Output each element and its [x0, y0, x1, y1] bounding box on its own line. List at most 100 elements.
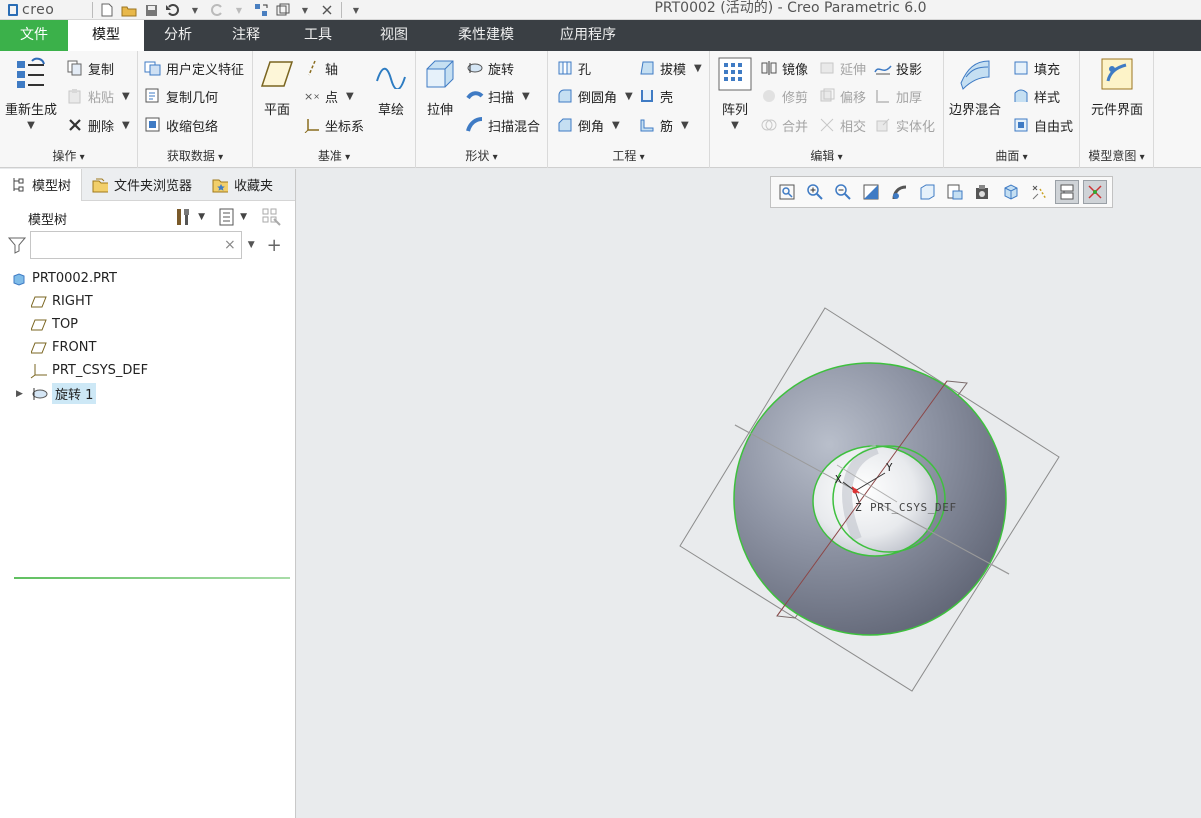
tree-item-front[interactable]: FRONT: [0, 336, 295, 359]
tab-model-tree[interactable]: 模型树: [0, 168, 83, 201]
search-dropdown-icon[interactable]: ▼: [248, 240, 255, 250]
graphics-viewport[interactable]: X Y Z PRT_CSYS_DEF: [297, 169, 1201, 818]
regenerate-dropdown-icon[interactable]: ▼: [27, 120, 35, 131]
thicken-button[interactable]: 加厚: [874, 86, 922, 106]
tab-folder-browser[interactable]: 文件夹浏览器: [82, 169, 202, 201]
round-button[interactable]: 倒圆角 ▼: [556, 86, 633, 106]
tree-item-part[interactable]: PRT0002.PRT: [0, 267, 295, 290]
group-label-get-data[interactable]: 获取数据: [138, 147, 252, 164]
tree-settings-button[interactable]: ▼: [175, 207, 205, 227]
project-button[interactable]: 投影: [874, 58, 922, 78]
model-scene[interactable]: X Y Z PRT_CSYS_DEF: [297, 169, 1201, 818]
tree-item-csys[interactable]: PRT_CSYS_DEF: [0, 359, 295, 382]
pattern-button[interactable]: 阵列 ▼: [707, 57, 763, 131]
mirror-button[interactable]: 镜像: [760, 58, 808, 78]
offset-button[interactable]: 偏移: [818, 86, 866, 106]
axis-button[interactable]: 轴: [303, 58, 338, 78]
draft-dropdown-icon[interactable]: ▼: [694, 63, 702, 74]
tab-file[interactable]: 文件: [0, 20, 68, 51]
sweep-button[interactable]: 扫描 ▼: [466, 86, 530, 106]
tab-flexible-modeling[interactable]: 柔性建模: [432, 20, 540, 51]
expand-arrow-icon[interactable]: ▶: [16, 389, 23, 399]
paste-button[interactable]: 粘贴 ▼: [66, 86, 130, 106]
regenerate-button[interactable]: 重新生成 ▼: [3, 57, 59, 131]
tree-settings-dropdown-icon[interactable]: ▼: [198, 212, 205, 222]
shell-label: 壳: [660, 90, 674, 106]
hole-button[interactable]: 孔: [556, 58, 591, 78]
undo-icon[interactable]: [165, 3, 181, 18]
tab-model[interactable]: 模型: [68, 20, 144, 51]
sweep-dropdown-icon[interactable]: ▼: [522, 91, 530, 102]
delete-dropdown-icon[interactable]: ▼: [122, 120, 130, 131]
customize-toolbar-icon[interactable]: ▼: [348, 3, 364, 18]
delete-button[interactable]: 删除 ▼: [66, 115, 130, 135]
sketch-icon: [374, 57, 408, 91]
tree-filter-button[interactable]: [261, 207, 283, 227]
shrinkwrap-button[interactable]: 收缩包络: [144, 115, 218, 135]
style-button[interactable]: 样式: [1012, 86, 1060, 106]
rib-button[interactable]: 筋 ▼: [638, 115, 689, 135]
fill-button[interactable]: 填充: [1012, 58, 1060, 78]
tree-show-button[interactable]: ▼: [219, 208, 247, 226]
group-label-model-intent[interactable]: 模型意图: [1080, 147, 1153, 164]
save-icon[interactable]: [143, 3, 159, 18]
rib-dropdown-icon[interactable]: ▼: [681, 120, 689, 131]
round-dropdown-icon[interactable]: ▼: [625, 91, 633, 102]
revolve-button[interactable]: 旋转: [466, 58, 514, 78]
group-label-editing[interactable]: 编辑: [710, 147, 943, 164]
group-label-shapes[interactable]: 形状: [416, 147, 547, 164]
group-label-surfaces[interactable]: 曲面: [944, 147, 1079, 164]
intersect-button[interactable]: 相交: [818, 115, 866, 135]
boundary-blend-button[interactable]: 边界混合: [947, 57, 1003, 118]
swept-blend-button[interactable]: 扫描混合: [466, 115, 540, 135]
tree-item-top[interactable]: TOP: [0, 313, 295, 336]
draft-button[interactable]: 拔模 ▼: [638, 58, 702, 78]
windows-dropdown-icon[interactable]: ▼: [297, 3, 313, 18]
chamfer-button[interactable]: 倒角 ▼: [556, 115, 620, 135]
freestyle-button[interactable]: 自由式: [1012, 115, 1073, 135]
undo-dropdown-icon[interactable]: ▼: [187, 3, 203, 18]
windows-icon[interactable]: [275, 3, 291, 18]
close-window-icon[interactable]: [319, 3, 335, 18]
point-dropdown-icon[interactable]: ▼: [346, 91, 354, 102]
group-label-engineering[interactable]: 工程: [548, 147, 709, 164]
plane-button[interactable]: 平面: [249, 57, 305, 118]
tree-item-revolve[interactable]: ▶ 旋转 1: [0, 382, 295, 405]
redo-icon[interactable]: [209, 3, 225, 18]
extend-button[interactable]: 延伸: [818, 58, 866, 78]
tree-item-right[interactable]: RIGHT: [0, 290, 295, 313]
tab-annotate[interactable]: 注释: [212, 20, 280, 51]
add-filter-icon[interactable]: +: [267, 235, 282, 256]
tab-applications[interactable]: 应用程序: [540, 20, 636, 51]
tree-show-dropdown-icon[interactable]: ▼: [240, 212, 247, 222]
merge-button[interactable]: 合并: [760, 115, 808, 135]
revolve-label: 旋转: [488, 62, 515, 78]
extrude-button[interactable]: 拉伸: [412, 57, 468, 118]
component-interface-button[interactable]: 元件界面: [1087, 57, 1147, 118]
csys-button[interactable]: 坐标系: [303, 115, 364, 135]
copy-button[interactable]: 复制: [66, 58, 114, 78]
new-file-icon[interactable]: [99, 3, 115, 18]
solidify-button[interactable]: 实体化: [874, 115, 935, 135]
pattern-dropdown-icon[interactable]: ▼: [731, 120, 739, 131]
udf-button[interactable]: 用户定义特征: [144, 58, 244, 78]
paste-dropdown-icon[interactable]: ▼: [122, 91, 130, 102]
tab-view[interactable]: 视图: [356, 20, 432, 51]
copy-geometry-button[interactable]: 复制几何: [144, 86, 218, 106]
tab-analysis[interactable]: 分析: [144, 20, 212, 51]
sketch-button[interactable]: 草绘: [363, 57, 419, 118]
trim-button[interactable]: 修剪: [760, 86, 808, 106]
regenerate-quick-icon[interactable]: [253, 3, 269, 18]
group-label-operations[interactable]: 操作: [0, 147, 137, 164]
clear-search-icon[interactable]: ×: [224, 237, 236, 253]
tab-tools[interactable]: 工具: [280, 20, 356, 51]
tab-favorites[interactable]: 收藏夹: [202, 169, 283, 201]
chamfer-dropdown-icon[interactable]: ▼: [612, 120, 620, 131]
group-label-datum[interactable]: 基准: [253, 147, 415, 164]
tree-search-input[interactable]: [30, 231, 242, 259]
point-button[interactable]: × × 点 ▼: [303, 86, 354, 106]
component-interface-icon: [1100, 57, 1134, 91]
redo-dropdown-icon[interactable]: ▼: [231, 3, 247, 18]
shell-button[interactable]: 壳: [638, 86, 673, 106]
open-folder-icon[interactable]: [121, 3, 137, 18]
